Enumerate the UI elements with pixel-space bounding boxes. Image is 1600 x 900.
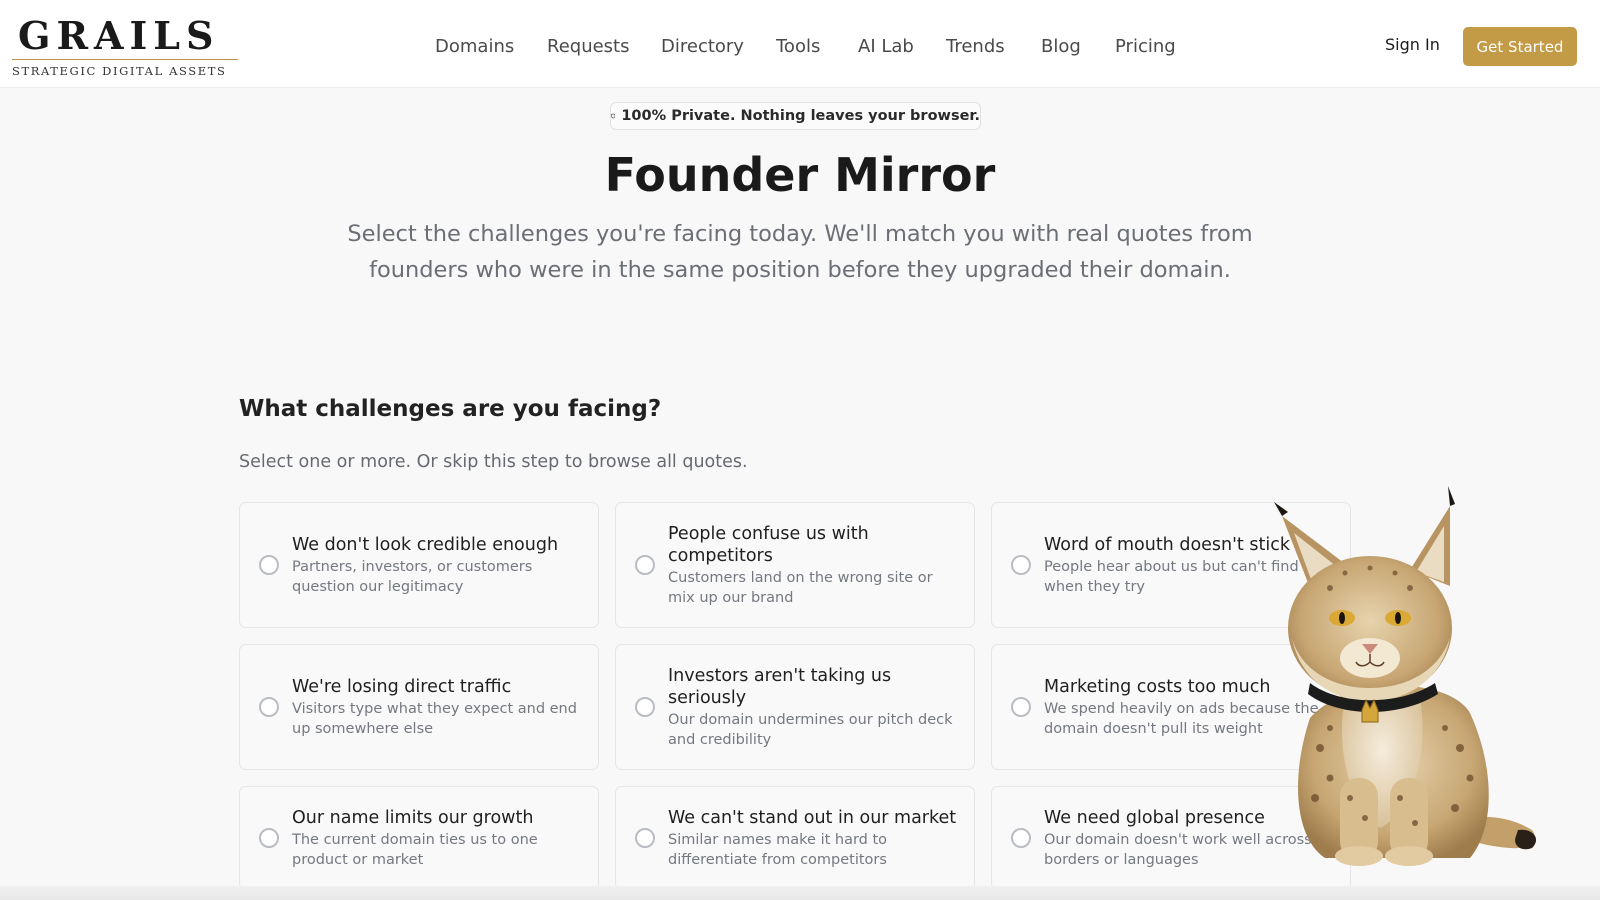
challenge-title: We don't look credible enough — [292, 534, 559, 555]
nav-blog[interactable]: Blog — [1041, 36, 1081, 57]
get-started-button[interactable]: Get Started — [1463, 27, 1577, 66]
challenge-option-text: We're losing direct traffic Visitors typ… — [292, 676, 584, 739]
nav-directory[interactable]: Directory — [661, 36, 744, 57]
challenge-title: We can't stand out in our market — [668, 807, 957, 828]
nav-ai-lab[interactable]: AI Lab — [858, 36, 914, 57]
shield-icon — [611, 113, 616, 119]
challenge-option-stand-out[interactable]: We can't stand out in our market Similar… — [615, 786, 975, 890]
challenge-option-text: Our name limits our growth The current d… — [292, 807, 584, 870]
challenges-heading: What challenges are you facing? — [239, 396, 662, 422]
radio-button[interactable] — [259, 828, 279, 848]
challenge-option-credibility[interactable]: We don't look credible enough Partners, … — [239, 502, 599, 628]
lynx-mascot-icon[interactable] — [1270, 478, 1550, 878]
page-subtitle: Select the challenges you're facing toda… — [347, 221, 1253, 283]
nav-trends[interactable]: Trends — [946, 36, 1005, 57]
radio-button[interactable] — [1011, 697, 1031, 717]
nav-requests[interactable]: Requests — [547, 36, 630, 57]
challenge-desc: Visitors type what they expect and end u… — [292, 700, 577, 737]
challenge-option-growth[interactable]: Our name limits our growth The current d… — [239, 786, 599, 890]
radio-button[interactable] — [635, 697, 655, 717]
challenge-option-confusion[interactable]: People confuse us with competitors Custo… — [615, 502, 975, 628]
challenge-title: Investors aren't taking us seriously — [668, 665, 892, 708]
challenge-title: People confuse us with competitors — [668, 523, 869, 566]
sign-in-link[interactable]: Sign In — [1385, 35, 1440, 54]
site-header: GRAILS STRATEGIC DIGITAL ASSETS Domains … — [0, 0, 1600, 88]
radio-button[interactable] — [635, 828, 655, 848]
challenge-option-text: We don't look credible enough Partners, … — [292, 534, 584, 597]
page-fold-shadow — [0, 886, 1600, 900]
challenge-option-investors[interactable]: Investors aren't taking us seriously Our… — [615, 644, 975, 770]
nav-pricing[interactable]: Pricing — [1115, 36, 1176, 57]
challenge-option-text: Investors aren't taking us seriously Our… — [668, 665, 960, 750]
challenge-desc: Customers land on the wrong site or mix … — [668, 569, 933, 606]
radio-button[interactable] — [259, 555, 279, 575]
page-title: Founder Mirror — [604, 148, 996, 202]
logo-divider — [12, 59, 238, 60]
challenge-title: We're losing direct traffic — [292, 676, 512, 697]
privacy-badge: 100% Private. Nothing leaves your browse… — [610, 102, 981, 130]
radio-button[interactable] — [1011, 828, 1031, 848]
nav-domains[interactable]: Domains — [435, 36, 514, 57]
nav-tools[interactable]: Tools — [776, 36, 820, 57]
challenge-option-direct-traffic[interactable]: We're losing direct traffic Visitors typ… — [239, 644, 599, 770]
challenge-option-text: People confuse us with competitors Custo… — [668, 523, 960, 608]
challenges-instructions: Select one or more. Or skip this step to… — [239, 452, 748, 472]
radio-button[interactable] — [259, 697, 279, 717]
grails-logo[interactable]: GRAILS STRATEGIC DIGITAL ASSETS — [12, 16, 240, 78]
challenge-desc: The current domain ties us to one produc… — [292, 831, 538, 868]
radio-button[interactable] — [1011, 555, 1031, 575]
logo-tagline: STRATEGIC DIGITAL ASSETS — [12, 64, 227, 78]
privacy-badge-text: 100% Private. Nothing leaves your browse… — [621, 108, 980, 124]
challenge-desc: Similar names make it hard to differenti… — [668, 831, 888, 868]
logo-wordmark: GRAILS — [18, 13, 220, 58]
challenge-title: Our name limits our growth — [292, 807, 534, 828]
challenge-desc: Partners, investors, or customers questi… — [292, 558, 533, 595]
challenge-desc: Our domain undermines our pitch deck and… — [668, 711, 953, 748]
challenge-option-text: We can't stand out in our market Similar… — [668, 807, 960, 870]
radio-button[interactable] — [635, 555, 655, 575]
